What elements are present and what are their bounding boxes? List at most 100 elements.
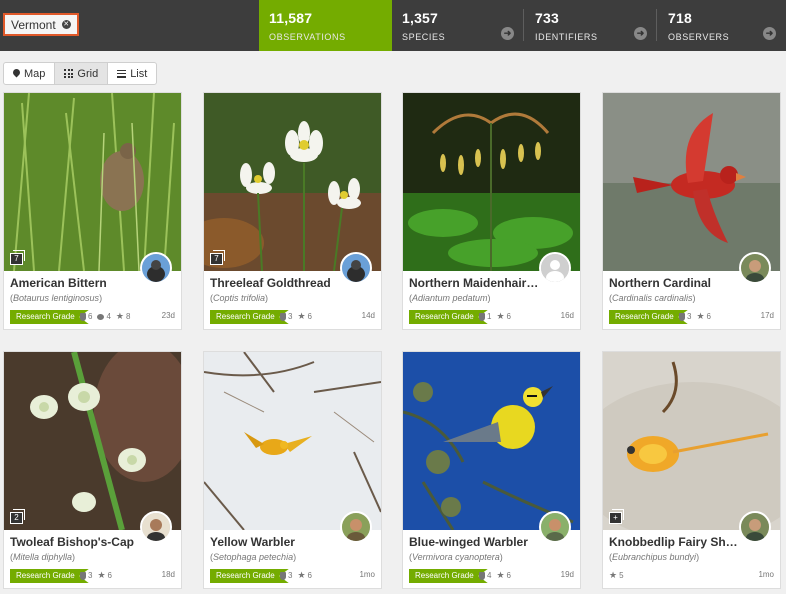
common-name[interactable]: Northern Maidenhair F...	[409, 276, 541, 290]
arrow-right-icon[interactable]: ➜	[634, 27, 647, 40]
quality-grade-badge: Research Grade	[409, 569, 488, 583]
observation-photo[interactable]	[603, 352, 780, 530]
observer-avatar[interactable]	[140, 252, 172, 284]
place-filter-label: Vermont	[11, 17, 56, 32]
stat-species[interactable]: 1,357 SPECIES ➜	[392, 0, 524, 51]
observation-card[interactable]: Northern Maidenhair F... (Adiantum pedat…	[402, 92, 581, 330]
identification-icon	[280, 571, 286, 580]
divider	[656, 9, 657, 41]
observation-age: 18d	[161, 570, 175, 579]
identification-icon	[679, 312, 685, 321]
observation-photo[interactable]	[204, 93, 381, 271]
view-grid-button[interactable]: Grid	[55, 63, 109, 84]
star-icon: ★	[496, 570, 505, 580]
observation-age: 17d	[760, 311, 774, 320]
observation-photo[interactable]	[4, 93, 181, 271]
quality-grade-badge: Research Grade	[409, 310, 488, 324]
star-icon: ★	[696, 311, 705, 321]
stat-observers[interactable]: 718 OBSERVERS ➜	[658, 0, 786, 51]
stat-number: 11,587	[269, 10, 313, 26]
observer-avatar[interactable]	[340, 252, 372, 284]
stat-observations[interactable]: 11,587 OBSERVATIONS	[259, 0, 392, 51]
observation-card[interactable]: 7 Threeleaf Goldthread (Coptis trifolia)…	[203, 92, 382, 330]
fave-count: 6	[107, 571, 112, 580]
view-list-button[interactable]: List	[108, 63, 156, 84]
remove-filter-icon[interactable]: ✕	[61, 20, 71, 29]
quality-grade-badge: Research Grade	[210, 310, 289, 324]
arrow-right-icon[interactable]: ➜	[501, 27, 514, 40]
view-map-button[interactable]: Map	[4, 63, 56, 84]
star-icon: ★	[609, 570, 618, 580]
comment-icon	[97, 313, 105, 320]
observation-card[interactable]: Yellow Warbler (Setophaga petechia) Rese…	[203, 351, 382, 589]
stat-identifiers[interactable]: 733 IDENTIFIERS ➜	[525, 0, 657, 51]
stat-number: 718	[668, 10, 692, 26]
stat-number: 733	[535, 10, 559, 26]
arrow-right-icon[interactable]: ➜	[763, 27, 776, 40]
scientific-name-text: Botaurus lentiginosus	[13, 293, 100, 303]
observation-photo[interactable]	[4, 352, 181, 530]
scientific-name-text: Eubranchipus bundyi	[612, 552, 697, 562]
quality-grade-badge: Research Grade	[210, 569, 289, 583]
observation-age: 14d	[361, 311, 375, 320]
common-name[interactable]: Blue-winged Warbler	[409, 535, 541, 549]
card-meta: ★ 5	[609, 570, 624, 581]
observer-avatar[interactable]	[140, 511, 172, 543]
observation-photo[interactable]	[403, 93, 580, 271]
scientific-name: (Cardinalis cardinalis)	[609, 293, 696, 303]
divider	[523, 9, 524, 41]
id-count: 3	[288, 312, 293, 321]
observer-avatar[interactable]	[539, 252, 571, 284]
observation-card[interactable]: 7 American Bittern (Botaurus lentiginosu…	[3, 92, 182, 330]
photo-count-badge: 2	[10, 509, 25, 524]
observer-avatar[interactable]	[739, 252, 771, 284]
stat-label: IDENTIFIERS	[535, 32, 598, 42]
common-name[interactable]: Knobbedlip Fairy Shrimp	[609, 535, 741, 549]
card-meta: 3 ★ 6	[80, 570, 112, 581]
stat-label: OBSERVERS	[668, 32, 730, 42]
common-name[interactable]: Threeleaf Goldthread	[210, 276, 342, 290]
id-count: 3	[88, 571, 93, 580]
observation-photo[interactable]	[204, 352, 381, 530]
fave-count: 6	[506, 571, 511, 580]
quality-grade-badge: Research Grade	[10, 310, 89, 324]
view-label: Map	[24, 67, 46, 80]
fave-count: 6	[506, 312, 511, 321]
common-name[interactable]: American Bittern	[10, 276, 142, 290]
card-meta: 3 ★ 6	[280, 570, 312, 581]
fave-count: 6	[706, 312, 711, 321]
photo-count-badge: 7	[10, 250, 25, 265]
identification-icon	[80, 312, 86, 321]
observation-card[interactable]: 2 Twoleaf Bishop's-Cap (Mitella diphylla…	[3, 351, 182, 589]
scientific-name: (Coptis trifolia)	[210, 293, 269, 303]
list-icon	[117, 69, 127, 78]
scientific-name: (Botaurus lentiginosus)	[10, 293, 103, 303]
scientific-name: (Setophaga petechia)	[210, 552, 297, 562]
observer-avatar[interactable]	[539, 511, 571, 543]
view-switcher: Map Grid List	[3, 62, 158, 85]
observation-age: 16d	[560, 311, 574, 320]
card-meta: 1 ★ 6	[479, 311, 511, 322]
scientific-name: (Adiantum pedatum)	[409, 293, 491, 303]
id-count: 3	[687, 312, 692, 321]
common-name[interactable]: Yellow Warbler	[210, 535, 342, 549]
observer-avatar[interactable]	[739, 511, 771, 543]
card-meta: 4 ★ 6	[479, 570, 511, 581]
star-icon: ★	[496, 311, 505, 321]
scientific-name-text: Vermivora cyanoptera	[412, 552, 500, 562]
star-icon: ★	[297, 570, 306, 580]
place-filter-chip[interactable]: Vermont ✕	[3, 13, 79, 36]
observation-card[interactable]: Blue-winged Warbler (Vermivora cyanopter…	[402, 351, 581, 589]
quality-grade-badge: Research Grade	[10, 569, 89, 583]
observer-avatar[interactable]	[340, 511, 372, 543]
observation-photo[interactable]	[403, 352, 580, 530]
observation-card[interactable]: + Knobbedlip Fairy Shrimp (Eubranchipus …	[602, 351, 781, 589]
common-name[interactable]: Twoleaf Bishop's-Cap	[10, 535, 142, 549]
id-count: 6	[88, 312, 93, 321]
observation-card[interactable]: Northern Cardinal (Cardinalis cardinalis…	[602, 92, 781, 330]
common-name[interactable]: Northern Cardinal	[609, 276, 741, 290]
star-icon: ★	[297, 311, 306, 321]
stat-label: SPECIES	[402, 32, 446, 42]
identification-icon	[479, 571, 485, 580]
observation-photo[interactable]	[603, 93, 780, 271]
